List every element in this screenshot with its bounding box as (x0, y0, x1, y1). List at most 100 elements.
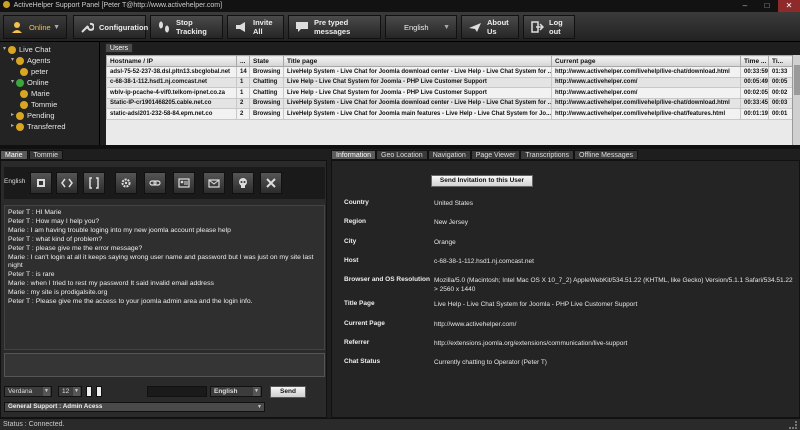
table-row[interactable]: Static-IP-cr1901468205.cable.net.co 2 Br… (106, 97, 793, 109)
invite-all-button[interactable]: Invite All (227, 15, 284, 39)
column-header[interactable]: ... (236, 55, 250, 67)
count-cell: 1 (236, 76, 250, 88)
time2-cell: 00:02 (768, 87, 793, 99)
tree-agents[interactable]: ▾ Agents (0, 55, 99, 66)
tree-pending[interactable]: ▸ Pending (0, 110, 99, 121)
field-value: Live Help - Live Chat System for Joomla … (434, 301, 638, 308)
card-button[interactable] (173, 172, 195, 194)
tree-agent-peter[interactable]: peter (0, 66, 99, 77)
stop-tracking-label: Stop Tracking (176, 18, 207, 36)
column-header[interactable]: State (249, 55, 284, 67)
block-button[interactable] (232, 172, 254, 194)
online-status-button[interactable]: Online ▼ (3, 15, 67, 39)
brackets-button[interactable] (83, 172, 105, 194)
code-button[interactable] (56, 172, 78, 194)
table-row[interactable]: wblv-ip-pcache-4-vif0.telkom-ipnet.co.za… (106, 87, 793, 99)
tree-live-chat[interactable]: ▾ Live Chat (0, 44, 99, 55)
department-select[interactable]: General Support : Admin Acess ▼ (4, 402, 265, 412)
state-cell: Browsing (249, 66, 284, 78)
send-invitation-button[interactable]: Send Invitation to this User (431, 175, 533, 187)
column-header[interactable]: Title page (283, 55, 552, 67)
chat-message: Peter T : please give me the error messa… (8, 244, 143, 252)
resize-grip-icon[interactable] (789, 421, 797, 429)
tree-transferred[interactable]: ▸ Transferred (0, 121, 99, 132)
tab-information[interactable]: Information (331, 150, 377, 160)
translate-input[interactable] (147, 386, 207, 397)
users-table: Hostname / IP ... State Title page Curre… (106, 55, 800, 145)
state-cell: Chatting (249, 87, 284, 99)
close-chat-button[interactable] (260, 172, 282, 194)
field-value: c-68-38-1-112.hsd1.nj.comcast.net (434, 258, 534, 265)
configuration-button[interactable]: Configuration (73, 15, 148, 39)
users-tab[interactable]: Users (105, 43, 133, 53)
field-label: City (344, 238, 357, 245)
close-window-button[interactable]: ✕ (778, 0, 800, 12)
settings-button[interactable] (115, 172, 137, 194)
state-cell: Chatting (249, 76, 284, 88)
time2-cell: 01:33 (768, 66, 793, 78)
tree-label: Agents (27, 56, 51, 65)
link-icon (149, 180, 161, 186)
expand-icon[interactable]: ▸ (9, 121, 16, 132)
chat-transcript[interactable]: Peter T : HI Marie Peter T : How may I h… (4, 205, 325, 350)
tab-geo-location[interactable]: Geo Location (376, 150, 428, 160)
scrollbar-thumb[interactable] (794, 65, 800, 95)
link-button[interactable] (144, 172, 166, 194)
field-label: Country (344, 199, 369, 206)
agent-icon (20, 67, 28, 76)
font-size-value: 12 (62, 388, 70, 395)
count-cell: 14 (236, 66, 250, 78)
send-button[interactable]: Send (270, 386, 306, 398)
tab-marie[interactable]: Marie (0, 150, 28, 160)
font-size-select[interactable]: 12 ▼ (58, 386, 82, 397)
panel-splitter[interactable] (0, 145, 800, 149)
collapse-icon[interactable]: ▾ (1, 44, 8, 55)
minimize-button[interactable]: – (734, 0, 756, 12)
tab-offline-messages[interactable]: Offline Messages (574, 150, 638, 160)
translate-language-select[interactable]: English ▼ (210, 386, 262, 397)
tab-page-viewer[interactable]: Page Viewer (470, 150, 521, 160)
tab-tommie[interactable]: Tommie (28, 150, 64, 160)
chevron-down-icon: ▼ (73, 387, 80, 396)
info-tabs: Information Geo Location Navigation Page… (331, 150, 638, 160)
tree-label: Pending (27, 111, 55, 120)
tab-transcriptions[interactable]: Transcriptions (520, 150, 575, 160)
table-row[interactable]: adsl-75-52-237-38.dsl.pltn13.sbcglobal.n… (106, 66, 793, 78)
plane-icon (469, 23, 481, 32)
field-value: http://www.activehelper.com/ (434, 321, 517, 328)
expand-icon[interactable]: ▸ (9, 110, 16, 121)
font-select[interactable]: Verdana ▼ (4, 386, 52, 397)
message-input[interactable] (4, 353, 325, 377)
column-header[interactable]: Time ... (740, 55, 769, 67)
language-dropdown[interactable]: English ▼ (385, 15, 457, 39)
logout-button[interactable]: Log out (523, 15, 575, 39)
column-header[interactable]: Hostname / IP (106, 55, 237, 67)
table-row[interactable]: static-adsl201-232-58-84.epm.net.co 2 Br… (106, 108, 793, 120)
column-header[interactable]: Ti... (768, 55, 793, 67)
about-us-button[interactable]: About Us (461, 15, 519, 39)
visitor-information-panel: Send Invitation to this User Country Unit… (331, 160, 800, 418)
table-row[interactable]: c-68-38-1-112.hsd1.nj.comcast.net 1 Chat… (106, 76, 793, 88)
pretyped-messages-button[interactable]: Pre typed messages (288, 15, 381, 39)
tree-online-tommie[interactable]: Tommie (0, 99, 99, 110)
maximize-button[interactable]: □ (756, 0, 778, 12)
collapse-icon[interactable]: ▾ (9, 55, 16, 66)
color-swatch[interactable] (86, 386, 92, 397)
bold-button[interactable] (30, 172, 52, 194)
email-button[interactable] (203, 172, 225, 194)
online-icon (16, 78, 24, 87)
style-swatch[interactable] (96, 386, 102, 397)
tab-navigation[interactable]: Navigation (427, 150, 471, 160)
users-scrollbar[interactable] (792, 55, 800, 145)
column-header[interactable]: Current page (551, 55, 741, 67)
tree-online[interactable]: ▾ Online (0, 77, 99, 88)
transferred-icon (16, 122, 24, 131)
about-label: About Us (487, 18, 509, 36)
stop-tracking-button[interactable]: Stop Tracking (150, 15, 223, 39)
chat-message: Peter T : what kind of problem? (8, 235, 103, 243)
skull-icon (239, 178, 247, 188)
title-bar: ActiveHelper Support Panel [Peter T@http… (0, 0, 800, 12)
tree-label: Live Chat (19, 45, 51, 54)
collapse-icon[interactable]: ▾ (9, 77, 16, 88)
tree-online-marie[interactable]: Marie (0, 88, 99, 99)
